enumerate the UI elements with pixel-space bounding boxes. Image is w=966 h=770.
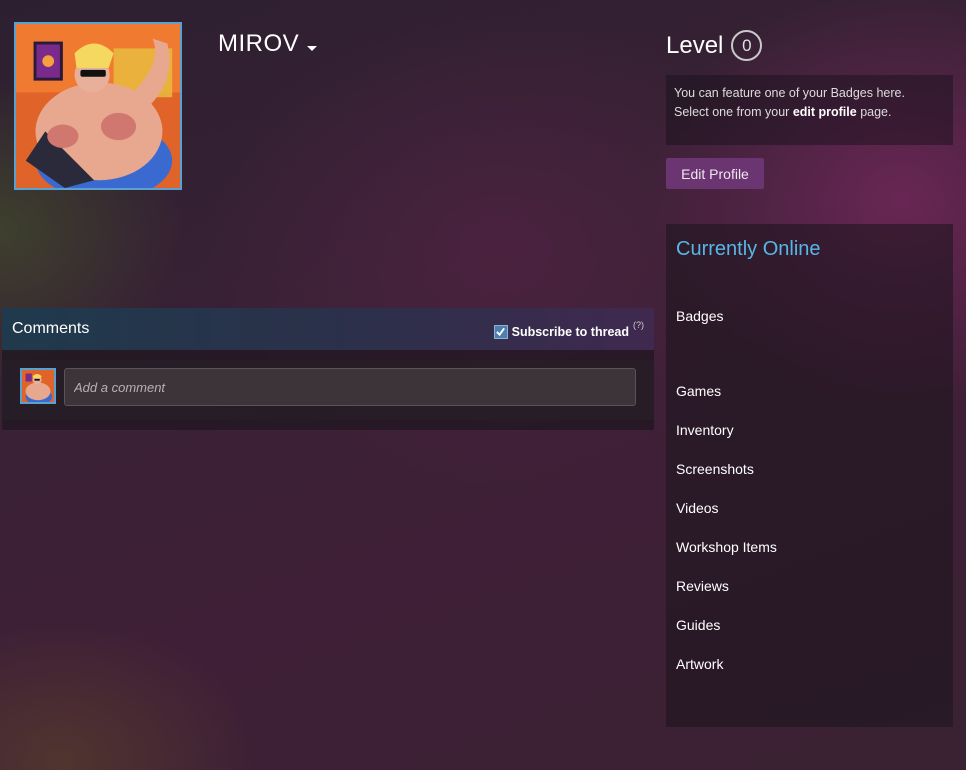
online-status: Currently Online — [676, 238, 821, 260]
level-display: Level 0 — [666, 30, 763, 61]
comments-header: Comments Subscribe to thread (?) — [2, 308, 654, 350]
profile-avatar[interactable] — [14, 22, 182, 190]
nav-link-workshop-items[interactable]: Workshop Items — [676, 539, 777, 555]
nav-link-reviews[interactable]: Reviews — [676, 578, 729, 594]
nav-link-artwork[interactable]: Artwork — [676, 656, 723, 672]
avatar-image — [16, 24, 180, 188]
badge-showcase: You can feature one of your Badges here.… — [666, 75, 953, 145]
nav-link-games[interactable]: Games — [676, 383, 721, 399]
nav-link-badges[interactable]: Badges — [676, 308, 723, 324]
profile-side-panel: Currently Online Badges Games Inventory … — [666, 224, 953, 727]
nav-link-videos[interactable]: Videos — [676, 500, 719, 516]
comment-input[interactable] — [64, 368, 636, 406]
commenter-avatar — [20, 368, 56, 404]
edit-profile-link[interactable]: edit profile — [793, 105, 857, 119]
nav-link-screenshots[interactable]: Screenshots — [676, 461, 754, 477]
comment-entry-row — [2, 360, 654, 420]
subscribe-checkbox[interactable] — [493, 324, 508, 339]
badge-showcase-suffix: page. — [856, 105, 892, 119]
avatar-image — [22, 370, 54, 402]
nav-link-inventory[interactable]: Inventory — [676, 422, 734, 438]
level-label: Level — [666, 31, 724, 59]
checkmark-icon — [496, 327, 506, 337]
help-icon[interactable]: (?) — [633, 320, 644, 330]
badge-showcase-line1: You can feature one of your Badges here. — [674, 86, 905, 100]
edit-profile-button[interactable]: Edit Profile — [666, 158, 764, 189]
chevron-down-icon — [307, 45, 318, 51]
comments-section: Comments Subscribe to thread (?) — [2, 308, 654, 430]
badge-showcase-line2: Select one from your edit profile page. — [674, 103, 945, 122]
persona-name-dropdown[interactable]: MIROV — [218, 30, 318, 58]
persona-name: MIROV — [218, 30, 300, 57]
comments-title: Comments — [12, 320, 90, 337]
subscribe-label: Subscribe to thread — [511, 324, 629, 339]
nav-link-guides[interactable]: Guides — [676, 617, 720, 633]
badge-showcase-prefix: Select one from your — [674, 105, 793, 119]
subscribe-toggle[interactable]: Subscribe to thread (?) — [493, 320, 644, 339]
level-value[interactable]: 0 — [731, 30, 763, 61]
